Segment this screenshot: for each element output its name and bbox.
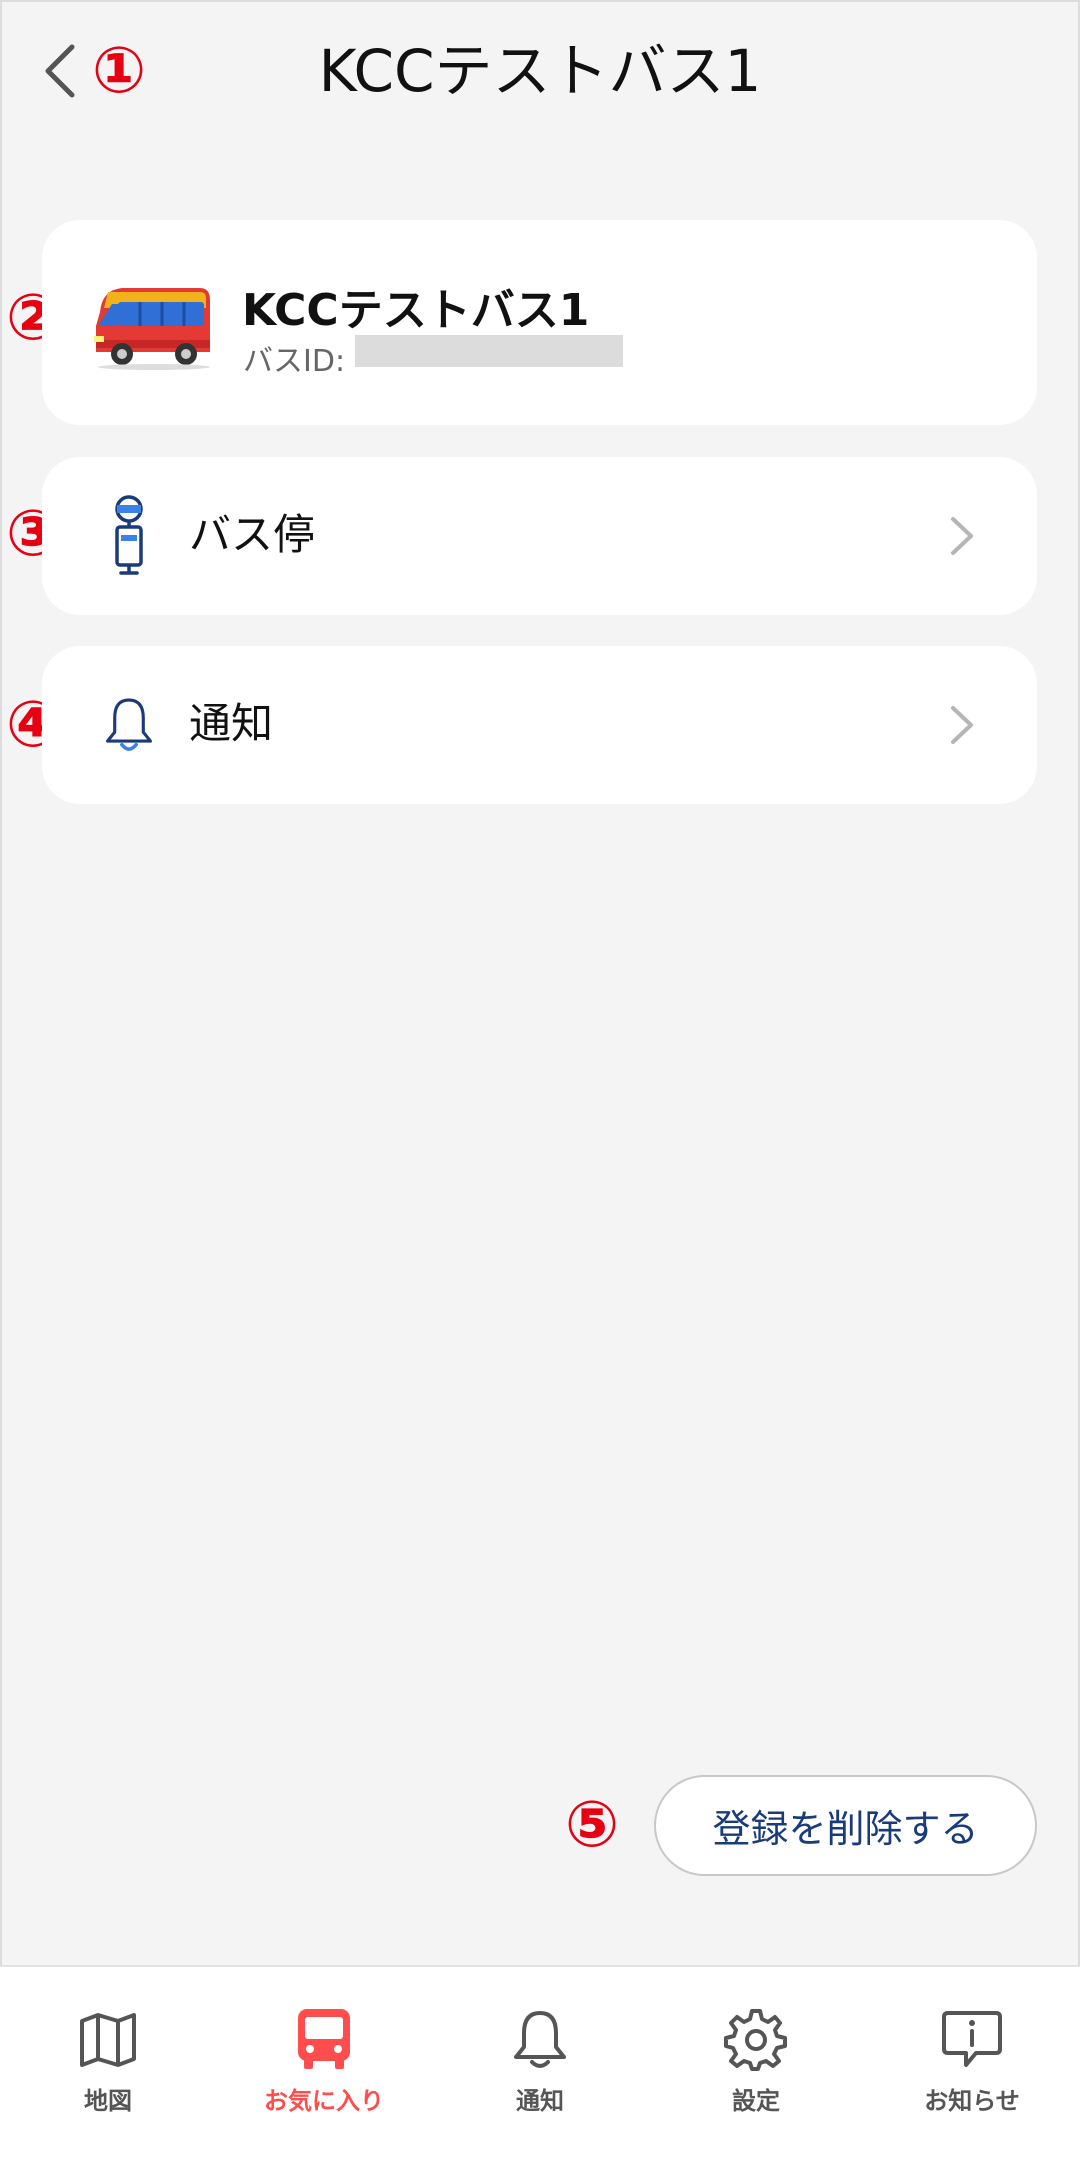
- map-icon: [80, 2013, 136, 2067]
- nav-label-settings: 設定: [732, 2087, 780, 2115]
- notification-row[interactable]: 通知: [42, 646, 1037, 804]
- bus-icon: [298, 2009, 350, 2069]
- nav-label-news: お知らせ: [924, 2087, 1020, 2115]
- delete-registration-button[interactable]: 登録を削除する: [654, 1775, 1037, 1876]
- bottom-nav: 地図 お気に入り 通知 設定 お知らせ: [0, 1965, 1080, 2175]
- notification-label: 通知: [189, 699, 274, 748]
- bus-stop-row[interactable]: バス停: [42, 457, 1037, 615]
- bus-info-card: KCCテストバス1 バスID:: [42, 220, 1037, 425]
- bell-icon: [514, 2011, 566, 2068]
- bus-id-label: バスID:: [243, 344, 346, 379]
- bus-stop-icon: [115, 495, 143, 575]
- nav-label-map: 地図: [84, 2087, 132, 2115]
- chevron-right-icon: [951, 517, 973, 555]
- bus-name: KCCテストバス1: [242, 285, 590, 336]
- chevron-right-icon: [951, 706, 973, 744]
- gear-icon: [724, 2009, 787, 2071]
- bus-stop-label: バス停: [189, 510, 316, 559]
- annotation-marker-5: ⑤: [565, 1788, 620, 1862]
- header: KCCテストバス1: [0, 0, 1080, 150]
- annotation-marker-1: ①: [92, 34, 147, 108]
- nav-label-notifications: 通知: [516, 2087, 564, 2115]
- bus-icon: [94, 288, 210, 370]
- page-title: KCCテストバス1: [318, 37, 762, 105]
- nav-item-favorites[interactable]: お気に入り: [224, 2007, 424, 2137]
- nav-item-settings[interactable]: 設定: [656, 2007, 856, 2137]
- info-chat-icon: [942, 2011, 1002, 2067]
- nav-item-notifications[interactable]: 通知: [440, 2007, 640, 2137]
- bus-id-redacted: [355, 335, 623, 367]
- nav-item-news[interactable]: お知らせ: [872, 2007, 1072, 2137]
- bell-icon: [106, 698, 152, 751]
- nav-item-map[interactable]: 地図: [8, 2007, 208, 2137]
- nav-label-favorites: お気に入り: [264, 2087, 384, 2115]
